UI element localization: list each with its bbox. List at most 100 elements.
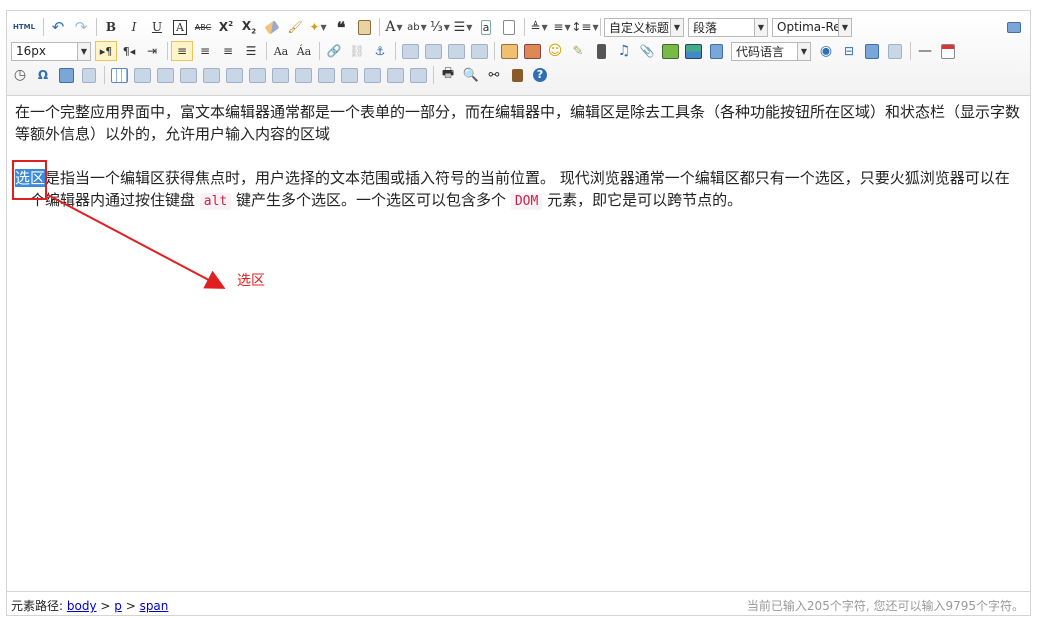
format-painter-button[interactable]: 🖌 bbox=[284, 17, 306, 37]
toolbar-separator bbox=[167, 42, 168, 60]
toolbar-separator bbox=[379, 18, 380, 36]
superscript-icon: X2 bbox=[218, 20, 234, 34]
fullscreen-button[interactable] bbox=[1003, 17, 1025, 37]
subscript-button[interactable]: X2 bbox=[238, 17, 260, 37]
image-none-button[interactable] bbox=[399, 41, 421, 61]
print-button[interactable]: 🖶 bbox=[437, 65, 459, 85]
paragraph-before-table-icon bbox=[156, 67, 174, 83]
attachment-button[interactable]: 📎 bbox=[636, 41, 658, 61]
paste-plain-button[interactable] bbox=[353, 17, 375, 37]
charts-button[interactable] bbox=[407, 65, 429, 85]
align-right-button[interactable]: ≡ bbox=[217, 41, 239, 61]
search-replace-button[interactable]: ⚯ bbox=[483, 65, 505, 85]
split-to-rows-button[interactable] bbox=[361, 65, 383, 85]
row-spacing-top-button[interactable]: ≜ ▼ bbox=[528, 17, 550, 37]
align-justify-button[interactable]: ☰ bbox=[240, 41, 262, 61]
unlink-button[interactable]: ⛓ bbox=[346, 41, 368, 61]
ltr-icon: ▸¶ bbox=[99, 44, 113, 58]
snapscreen-button[interactable] bbox=[55, 65, 77, 85]
underline-button[interactable]: U bbox=[146, 17, 168, 37]
font-border-button[interactable]: A bbox=[169, 17, 191, 37]
undo-button[interactable]: ↶ bbox=[47, 17, 69, 37]
font-size-select[interactable]: 16px ▼ bbox=[11, 41, 91, 61]
merge-right-button[interactable] bbox=[292, 65, 314, 85]
blockquote-button[interactable]: ❝ bbox=[330, 17, 352, 37]
image-center-button[interactable] bbox=[468, 41, 490, 61]
redo-button[interactable]: ↷ bbox=[70, 17, 92, 37]
unordered-list-button[interactable]: ☰ ▼ bbox=[452, 17, 474, 37]
font-family-select[interactable]: Optima-Re ▼ bbox=[772, 17, 852, 37]
path-link-span[interactable]: span bbox=[140, 599, 169, 613]
split-to-cols-button[interactable] bbox=[384, 65, 406, 85]
align-center-button[interactable]: ≡ bbox=[194, 41, 216, 61]
split-to-cells-button[interactable] bbox=[338, 65, 360, 85]
path-link-body[interactable]: body bbox=[67, 599, 97, 613]
gmap-button[interactable] bbox=[682, 41, 704, 61]
emotion-button[interactable]: ☺ bbox=[544, 41, 566, 61]
time-button[interactable]: ◷ bbox=[9, 65, 31, 85]
insert-paragraph-before-table-button[interactable] bbox=[154, 65, 176, 85]
image-right-button[interactable] bbox=[445, 41, 467, 61]
pagebreak-button[interactable]: ⊟ bbox=[838, 41, 860, 61]
special-chars-button[interactable]: Ω bbox=[32, 65, 54, 85]
blank-page-icon bbox=[503, 19, 515, 35]
strikethrough-button[interactable]: ABC bbox=[192, 17, 214, 37]
insert-frame-button[interactable] bbox=[705, 41, 727, 61]
delete-table-button[interactable] bbox=[131, 65, 153, 85]
drafts-button[interactable] bbox=[506, 65, 528, 85]
align-left-button[interactable]: ≡ bbox=[171, 41, 193, 61]
image-left-button[interactable] bbox=[422, 41, 444, 61]
anchor-button[interactable]: ⚓ bbox=[369, 41, 391, 61]
html-source-button[interactable]: HTML bbox=[9, 17, 39, 37]
superscript-button[interactable]: X2 bbox=[215, 17, 237, 37]
background-button[interactable] bbox=[884, 41, 906, 61]
toolbar-separator bbox=[910, 42, 911, 60]
bold-button[interactable]: B bbox=[100, 17, 122, 37]
help-button[interactable]: ? bbox=[529, 65, 551, 85]
code-language-select[interactable]: 代码语言 ▼ bbox=[731, 41, 811, 61]
font-color-button[interactable]: A ▼ bbox=[383, 17, 405, 37]
word-image-button[interactable] bbox=[78, 65, 100, 85]
delete-table-icon bbox=[133, 67, 151, 83]
path-link-p[interactable]: p bbox=[114, 599, 122, 613]
insert-video-button[interactable] bbox=[590, 41, 612, 61]
simple-upload-button[interactable] bbox=[498, 41, 520, 61]
direction-ltr-button[interactable]: ▸¶ bbox=[95, 41, 117, 61]
delete-col-button[interactable] bbox=[246, 65, 268, 85]
scrawl-button[interactable]: ✎ bbox=[567, 41, 589, 61]
music-button[interactable]: ♫ bbox=[613, 41, 635, 61]
horizontal-rule-icon: — bbox=[918, 43, 932, 59]
preview-button[interactable]: 🔍 bbox=[460, 65, 482, 85]
row-spacing-bottom-button[interactable]: ≡ ▼ bbox=[551, 17, 573, 37]
lowercase-button[interactable]: Áa bbox=[293, 41, 315, 61]
ordered-list-button[interactable]: ⅓ ▼ bbox=[429, 17, 451, 37]
indent-button[interactable]: ⇥ bbox=[141, 41, 163, 61]
italic-button[interactable]: I bbox=[123, 17, 145, 37]
delete-row-button[interactable] bbox=[200, 65, 222, 85]
clear-doc-button[interactable] bbox=[498, 17, 520, 37]
template-button[interactable] bbox=[861, 41, 883, 61]
merge-cells-button[interactable] bbox=[269, 65, 291, 85]
paragraph-format-select[interactable]: 段落 ▼ bbox=[688, 17, 768, 37]
insert-row-button[interactable] bbox=[177, 65, 199, 85]
background-color-button[interactable]: ab ▼ bbox=[406, 17, 428, 37]
uppercase-button[interactable]: Aa bbox=[270, 41, 292, 61]
eraser-button[interactable] bbox=[261, 17, 283, 37]
map-button[interactable] bbox=[659, 41, 681, 61]
auto-typeset-button[interactable]: ✦ ▼ bbox=[307, 17, 329, 37]
insert-col-button[interactable] bbox=[223, 65, 245, 85]
align-right-icon: ≡ bbox=[222, 44, 234, 58]
custom-heading-select[interactable]: 自定义标题 ▼ bbox=[604, 17, 684, 37]
direction-rtl-button[interactable]: ¶◂ bbox=[118, 41, 140, 61]
insert-image-button[interactable] bbox=[521, 41, 543, 61]
editing-area[interactable]: 在一个完整应用界面中，富文本编辑器通常都是一个表单的一部分，而在编辑器中，编辑区… bbox=[15, 101, 1022, 235]
date-button[interactable] bbox=[937, 41, 959, 61]
horizontal-rule-button[interactable]: — bbox=[914, 41, 936, 61]
web-app-button[interactable]: ◉ bbox=[815, 41, 837, 61]
link-button[interactable]: 🔗 bbox=[323, 41, 345, 61]
insert-table-button[interactable] bbox=[108, 65, 130, 85]
toolbar-separator bbox=[104, 66, 105, 84]
select-all-button[interactable]: a bbox=[475, 17, 497, 37]
merge-down-button[interactable] bbox=[315, 65, 337, 85]
line-height-button[interactable]: ↕≡ ▼ bbox=[571, 17, 598, 37]
